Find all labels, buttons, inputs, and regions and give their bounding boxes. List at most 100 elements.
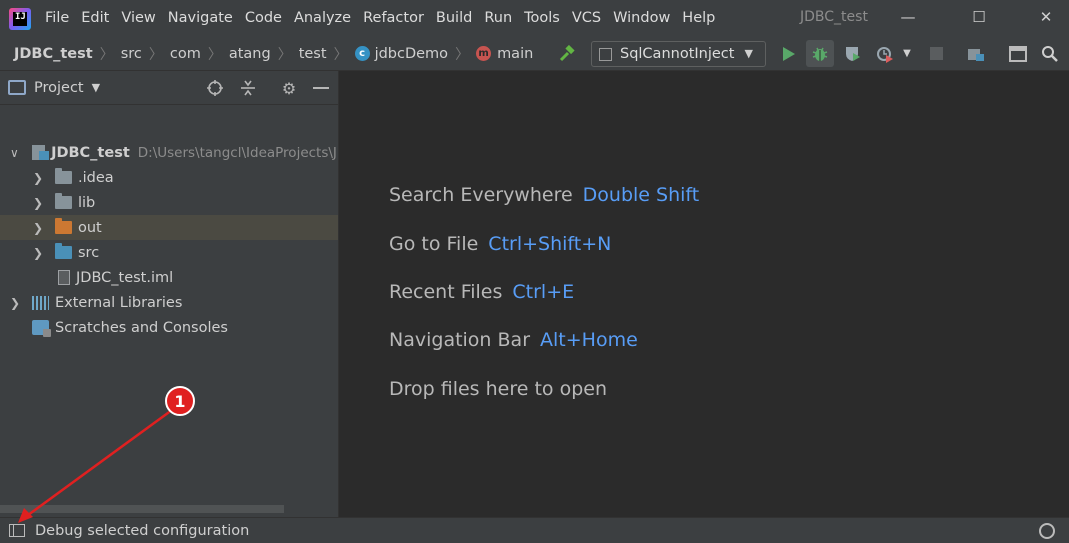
chevron-right-icon: 〉 bbox=[455, 46, 470, 63]
hint-navigation-bar: Navigation Bar Alt+Home bbox=[389, 329, 638, 351]
tree-item-label: out bbox=[78, 219, 102, 236]
module-icon bbox=[32, 145, 50, 160]
breadcrumb-method[interactable]: m main bbox=[476, 46, 533, 62]
layout-icon[interactable] bbox=[1007, 37, 1029, 70]
method-icon: m bbox=[476, 46, 492, 61]
hint-label: Recent Files bbox=[389, 281, 503, 303]
maximize-icon[interactable]: ☐ bbox=[956, 0, 1002, 34]
menu-window[interactable]: Window bbox=[607, 0, 676, 37]
run-configuration-select[interactable]: SqlCannotInject ▼ bbox=[591, 41, 766, 67]
chevron-right-icon[interactable]: ❯ bbox=[10, 296, 20, 310]
tree-item-idea[interactable]: ❯ .idea bbox=[0, 165, 338, 190]
tree-item-label: External Libraries bbox=[55, 294, 183, 311]
configuration-icon bbox=[599, 47, 612, 61]
menu-file[interactable]: File bbox=[39, 0, 75, 37]
breadcrumb-method-label: main bbox=[497, 45, 534, 62]
tree-item-scratches[interactable]: Scratches and Consoles bbox=[0, 315, 338, 340]
menu-code[interactable]: Code bbox=[239, 0, 288, 37]
minimize-icon[interactable]: — bbox=[885, 0, 931, 34]
tree-item-label: .idea bbox=[78, 169, 114, 186]
editor-area: Search Everywhere Double Shift Go to File… bbox=[338, 71, 1069, 517]
menu-help[interactable]: Help bbox=[676, 0, 721, 37]
search-icon[interactable] bbox=[1039, 37, 1061, 70]
tree-item-label: Scratches and Consoles bbox=[55, 319, 228, 336]
hint-drop-files: Drop files here to open bbox=[389, 378, 607, 400]
menu-vcs[interactable]: VCS bbox=[566, 0, 607, 37]
menu-analyze[interactable]: Analyze bbox=[288, 0, 357, 37]
tree-item-iml[interactable]: JDBC_test.iml bbox=[0, 265, 338, 290]
menu-run[interactable]: Run bbox=[478, 0, 518, 37]
stop-icon[interactable] bbox=[926, 37, 946, 70]
hint-label: Drop files here to open bbox=[389, 378, 608, 400]
project-structure-icon[interactable] bbox=[965, 37, 987, 70]
breadcrumb-class[interactable]: c jdbcDemo bbox=[354, 45, 449, 62]
breadcrumb-test[interactable]: test bbox=[299, 46, 327, 62]
chevron-right-icon[interactable]: ❯ bbox=[33, 196, 43, 210]
chevron-right-icon[interactable]: ❯ bbox=[33, 171, 43, 185]
tree-item-label: JDBC_test.iml bbox=[76, 269, 174, 286]
menu-tools[interactable]: Tools bbox=[518, 0, 566, 37]
breadcrumb: JDBC_test 〉 src 〉 com 〉 atang 〉 test 〉 c… bbox=[0, 44, 533, 64]
menu-build[interactable]: Build bbox=[430, 0, 478, 37]
folder-orange-icon bbox=[55, 218, 72, 234]
chevron-right-icon: 〉 bbox=[99, 46, 114, 63]
chevron-right-icon[interactable]: ❯ bbox=[33, 221, 43, 235]
chevron-down-icon: ▼ bbox=[744, 47, 753, 60]
tree-item-external-libraries[interactable]: ❯ External Libraries bbox=[0, 290, 338, 315]
close-icon[interactable]: ✕ bbox=[1023, 0, 1069, 34]
hint-shortcut: Ctrl+Shift+N bbox=[488, 233, 612, 255]
main-menu: File Edit View Navigate Code Analyze Ref… bbox=[39, 0, 721, 37]
toggle-tool-windows-icon[interactable] bbox=[9, 524, 25, 537]
class-icon: c bbox=[354, 46, 370, 61]
locate-icon[interactable] bbox=[206, 79, 224, 97]
run-icon[interactable] bbox=[778, 37, 800, 70]
hint-shortcut: Ctrl+E bbox=[512, 281, 575, 303]
hint-label: Go to File bbox=[389, 233, 479, 255]
project-window-icon bbox=[8, 80, 26, 95]
menu-view[interactable]: View bbox=[115, 0, 161, 37]
hammer-icon[interactable] bbox=[556, 37, 578, 70]
breadcrumb-src[interactable]: src bbox=[121, 46, 142, 62]
menu-refactor[interactable]: Refactor bbox=[357, 0, 430, 37]
folder-blue-icon bbox=[55, 243, 72, 259]
tree-item-project-root[interactable]: ∨ JDBC_test D:\Users\tangcl\IdeaProjects… bbox=[0, 140, 338, 165]
tree-item-label: lib bbox=[78, 194, 96, 211]
breadcrumb-project[interactable]: JDBC_test bbox=[14, 46, 93, 62]
hint-go-to-file: Go to File Ctrl+Shift+N bbox=[389, 233, 611, 255]
event-log-icon[interactable] bbox=[1039, 523, 1055, 539]
tree-item-lib[interactable]: ❯ lib bbox=[0, 190, 338, 215]
library-icon bbox=[32, 295, 49, 310]
title-bar: IJ File Edit View Navigate Code Analyze … bbox=[0, 0, 1069, 37]
menu-navigate[interactable]: Navigate bbox=[162, 0, 239, 37]
horizontal-scrollbar[interactable] bbox=[0, 505, 284, 513]
tree-item-src[interactable]: ❯ src bbox=[0, 240, 338, 265]
window-title: JDBC_test bbox=[800, 9, 868, 25]
tree-item-out[interactable]: ❯ out bbox=[0, 215, 338, 240]
project-path: D:\Users\tangcl\IdeaProjects\JDBC_test bbox=[137, 144, 338, 161]
project-view-selector[interactable]: Project ▼ bbox=[8, 80, 100, 96]
collapse-all-icon[interactable] bbox=[239, 79, 257, 97]
file-icon bbox=[58, 270, 70, 285]
menu-edit[interactable]: Edit bbox=[75, 0, 115, 37]
hint-shortcut: Alt+Home bbox=[540, 329, 638, 351]
breadcrumb-class-label: jdbcDemo bbox=[374, 45, 449, 62]
profile-icon[interactable] bbox=[874, 37, 896, 70]
scratch-icon bbox=[32, 320, 51, 337]
breadcrumb-atang[interactable]: atang bbox=[229, 46, 271, 62]
gear-icon[interactable]: ⚙ bbox=[280, 79, 298, 98]
chevron-down-icon[interactable]: ∨ bbox=[10, 146, 19, 160]
hide-panel-icon[interactable] bbox=[312, 79, 330, 97]
breadcrumb-com[interactable]: com bbox=[170, 46, 201, 62]
chevron-right-icon[interactable]: ❯ bbox=[33, 246, 43, 260]
hint-label: Search Everywhere bbox=[389, 184, 573, 206]
chevron-down-icon[interactable]: ▼ bbox=[899, 37, 915, 70]
status-bar: Debug selected configuration bbox=[0, 517, 1069, 543]
chevron-right-icon: 〉 bbox=[333, 46, 348, 63]
project-panel-title: Project bbox=[34, 79, 84, 96]
hint-label: Navigation Bar bbox=[389, 329, 531, 351]
chevron-down-icon: ▼ bbox=[91, 81, 101, 94]
chevron-right-icon: 〉 bbox=[277, 46, 292, 63]
tree-item-label: JDBC_test bbox=[51, 144, 130, 161]
coverage-icon[interactable] bbox=[842, 37, 864, 70]
debug-icon[interactable] bbox=[806, 40, 834, 67]
